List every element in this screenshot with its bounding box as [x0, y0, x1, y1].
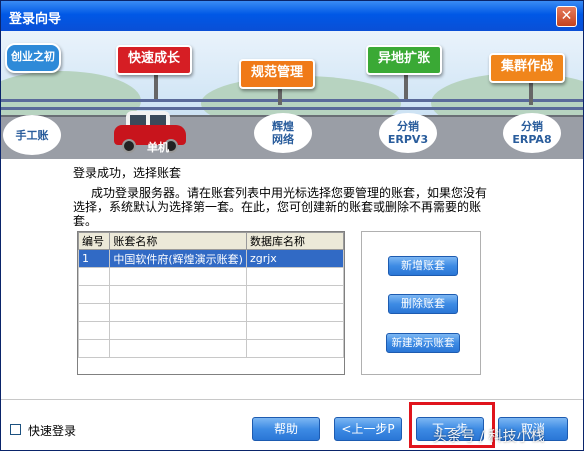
close-icon[interactable]: ✕: [556, 6, 577, 27]
footer-divider: [1, 399, 583, 400]
table-cell: [245, 321, 344, 340]
table-row[interactable]: [78, 321, 344, 340]
quick-login-checkbox[interactable]: [10, 424, 21, 435]
table-cell: [109, 321, 247, 340]
stop-erpa8: 分销 ERPA8: [503, 113, 561, 153]
table-cell: [109, 339, 247, 358]
fence-graphic: [1, 97, 583, 115]
table-row[interactable]: 1 中国软件府(辉煌演示账套) zgrjx: [78, 249, 344, 268]
sign-cluster: 集群作战: [489, 53, 566, 83]
table-cell: 1: [78, 249, 111, 268]
delete-account-set-button[interactable]: 删除账套: [388, 294, 458, 314]
column-header[interactable]: 编号: [78, 232, 111, 250]
table-cell: zgrjx: [245, 249, 344, 268]
table-cell: [78, 267, 111, 286]
table-row[interactable]: [78, 267, 344, 286]
sign-pole: [154, 71, 158, 99]
description-text: 成功登录服务器。请在账套列表中用光标选择您要管理的账套，如果您没有选择，系统默认…: [73, 186, 488, 228]
sign-pole: [529, 83, 533, 105]
help-button[interactable]: 帮助: [252, 417, 320, 441]
car-label: 单机: [147, 141, 169, 154]
table-cell: [109, 285, 247, 304]
table-cell: [78, 285, 111, 304]
new-demo-account-set-button[interactable]: 新建演示账套: [386, 333, 460, 353]
table-cell: [78, 303, 111, 322]
status-text: 登录成功，选择账套: [73, 166, 182, 180]
quick-login-label: 快速登录: [28, 424, 77, 438]
sign-standard-mgmt: 规范管理: [239, 59, 316, 89]
corner-label: 创业之初: [5, 43, 61, 73]
login-wizard-window: 登录向导 ✕ 创业之初 快速成长 规范管理 异地扩张 集群作战 手工账 辉煌 网络…: [0, 0, 584, 451]
stop-erpv3: 分销 ERPV3: [379, 113, 437, 153]
stop-huihuang: 辉煌 网络: [254, 113, 312, 153]
table-cell: [78, 321, 111, 340]
table-cell: 中国软件府(辉煌演示账套): [109, 249, 247, 268]
stop-manual: 手工账: [3, 115, 61, 155]
table-row[interactable]: [78, 285, 344, 304]
table-row[interactable]: [78, 303, 344, 322]
title-bar: 登录向导 ✕: [1, 1, 583, 31]
table-cell: [109, 303, 247, 322]
table-header: 编号 账套名称 数据库名称: [78, 232, 344, 250]
column-header[interactable]: 账套名称: [109, 232, 247, 250]
sign-fast-growth: 快速成长: [116, 45, 193, 75]
roadmap-banner: 创业之初 快速成长 规范管理 异地扩张 集群作战 手工账 辉煌 网络 分销 ERPV…: [1, 31, 583, 159]
watermark: 头条号 / 科技小栈: [433, 429, 545, 445]
sign-expansion: 异地扩张: [366, 45, 443, 75]
table-cell: [245, 285, 344, 304]
table-cell: [109, 267, 247, 286]
table-cell: [245, 267, 344, 286]
table-cell: [245, 339, 344, 358]
table-row[interactable]: [78, 339, 344, 358]
add-account-set-button[interactable]: 新增账套: [388, 256, 458, 276]
account-set-table[interactable]: 编号 账套名称 数据库名称 1 中国软件府(辉煌演示账套) zgrjx: [77, 231, 345, 375]
prev-button[interactable]: <上一步P: [334, 417, 402, 441]
table-cell: [78, 339, 111, 358]
table-cell: [245, 303, 344, 322]
account-actions-panel: 新增账套 删除账套 新建演示账套: [361, 231, 481, 375]
window-title: 登录向导: [9, 12, 62, 27]
column-header[interactable]: 数据库名称: [245, 232, 344, 250]
